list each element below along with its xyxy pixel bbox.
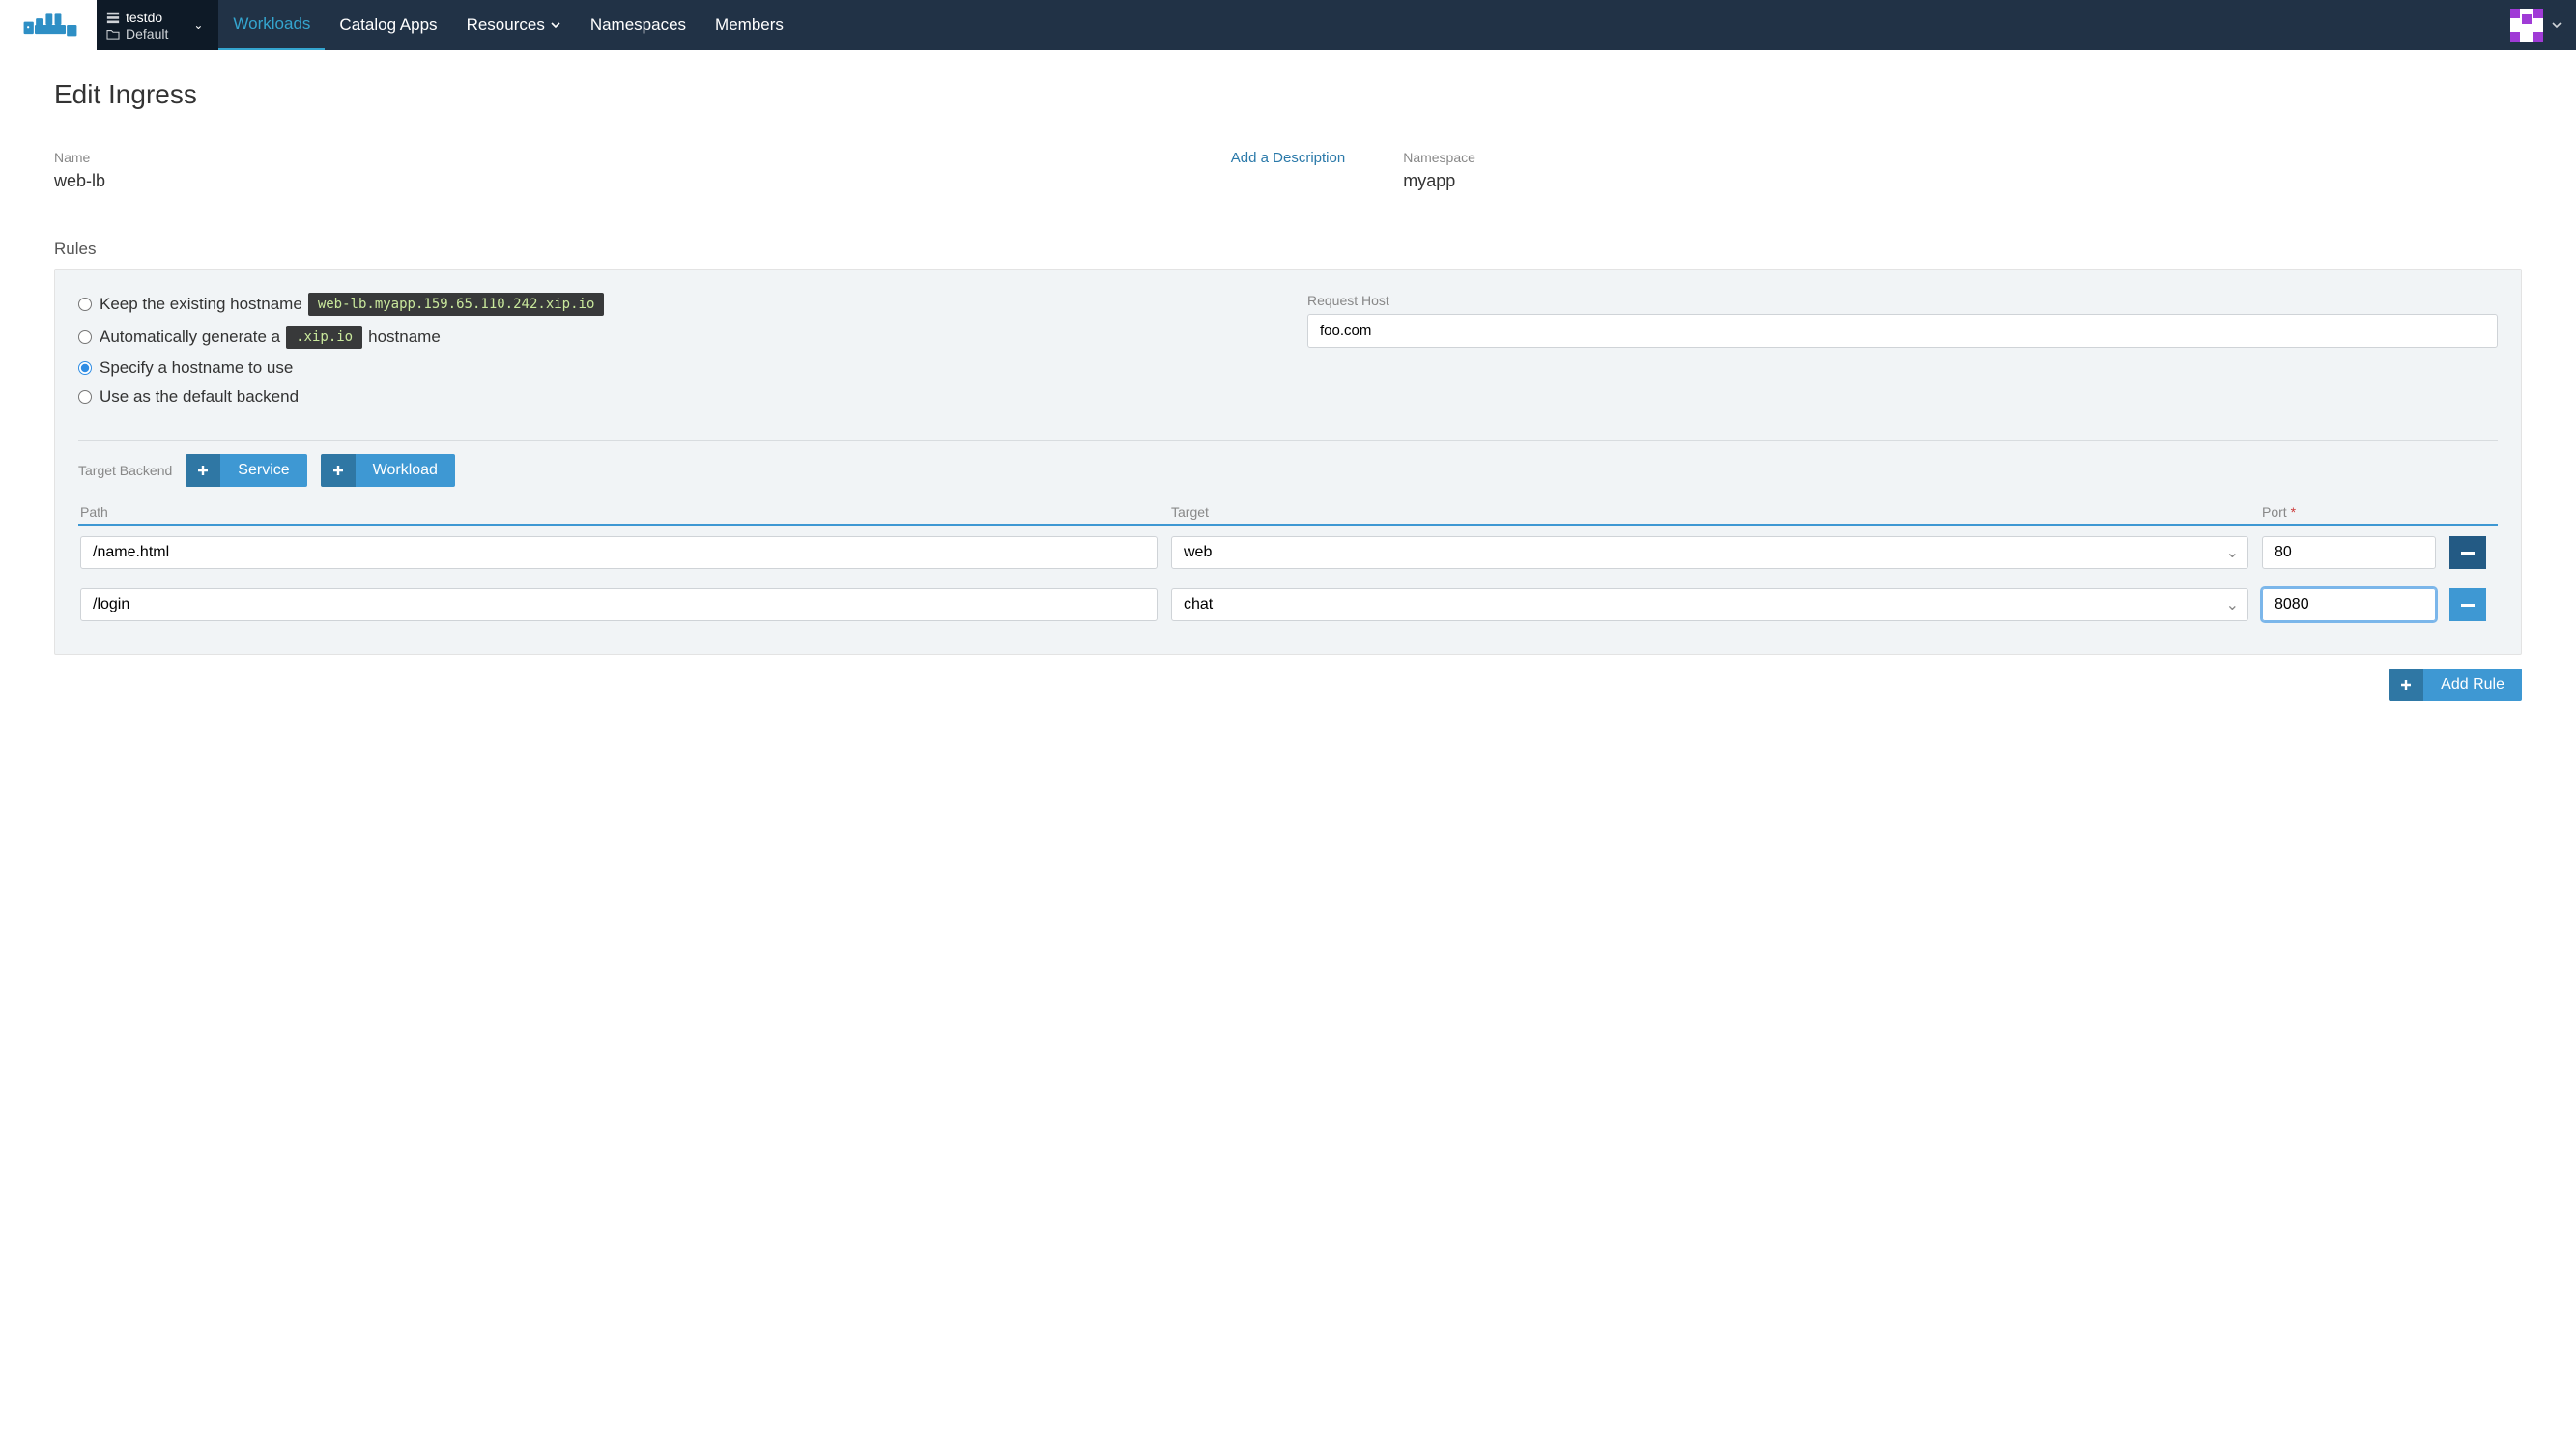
remove-rule-button[interactable] (2449, 588, 2486, 621)
target-backend-label: Target Backend (78, 463, 172, 478)
hostname-code-chip: web-lb.myapp.159.65.110.242.xip.io (308, 293, 605, 316)
rule-table: Path Target Port * ⌄ ⌄ (78, 504, 2498, 631)
chevron-down-icon (2551, 19, 2562, 31)
add-service-button[interactable]: Service (186, 454, 306, 487)
port-input[interactable] (2262, 588, 2436, 621)
nav-catalog-apps[interactable]: Catalog Apps (325, 0, 451, 50)
nav-workloads[interactable]: Workloads (218, 0, 325, 50)
target-backend-row: Target Backend Service Workload (78, 454, 2498, 487)
plus-icon (2400, 679, 2412, 691)
rules-box: Keep the existing hostname web-lb.myapp.… (54, 269, 2522, 655)
namespace-col: Namespace myapp (1403, 150, 2522, 191)
radio-keep-hostname[interactable]: Keep the existing hostname web-lb.myapp.… (78, 293, 1269, 316)
nav-members[interactable]: Members (701, 0, 798, 50)
rule-table-head: Path Target Port * (78, 504, 2498, 526)
minus-icon (2461, 604, 2475, 607)
hostname-mode-group: Keep the existing hostname web-lb.myapp.… (78, 293, 1269, 416)
meta-row: Name web-lb Add a Description Namespace … (54, 150, 2522, 191)
namespace-label: Namespace (1403, 150, 2522, 165)
radio-specify-hostname[interactable]: Specify a hostname to use (78, 358, 1269, 378)
project-selector[interactable]: testdo Default ⌄ (97, 0, 218, 50)
request-host-input[interactable] (1307, 314, 2498, 348)
namespace-scope: Default (126, 26, 168, 42)
folder-icon (106, 28, 120, 40)
rule-row: ⌄ (78, 579, 2498, 631)
name-value: web-lb (54, 171, 1173, 191)
page-content: Edit Ingress Name web-lb Add a Descripti… (0, 50, 2576, 730)
name-label: Name (54, 150, 1173, 165)
logo-box (0, 0, 97, 50)
user-menu[interactable] (2497, 0, 2576, 50)
add-rule-button[interactable]: Add Rule (2389, 669, 2522, 701)
target-select[interactable]: ⌄ (1171, 536, 2248, 569)
request-host-label: Request Host (1307, 293, 2498, 308)
nav-resources[interactable]: Resources (452, 0, 576, 50)
top-nav: testdo Default ⌄ Workloads Catalog Apps … (0, 0, 2576, 50)
plus-icon (332, 465, 344, 476)
rule-row: ⌄ (78, 526, 2498, 579)
head-target: Target (1171, 504, 2248, 520)
nav-items: Workloads Catalog Apps Resources Namespa… (218, 0, 797, 50)
head-path: Path (80, 504, 1158, 520)
desc-col: Add a Description (1231, 150, 1345, 167)
radio-keep-input[interactable] (78, 298, 92, 311)
head-port: Port * (2262, 504, 2436, 520)
rules-section-title: Rules (54, 240, 2522, 259)
chevron-down-icon (550, 19, 561, 31)
nav-namespaces[interactable]: Namespaces (576, 0, 701, 50)
xipio-code-chip: .xip.io (286, 326, 362, 349)
minus-icon (2461, 552, 2475, 555)
namespace-value: myapp (1403, 171, 2522, 191)
target-select[interactable]: ⌄ (1171, 588, 2248, 621)
stack-icon (106, 11, 120, 24)
name-col: Name web-lb (54, 150, 1173, 191)
radio-specify-input[interactable] (78, 361, 92, 375)
rancher-logo-icon (21, 10, 79, 41)
project-name: testdo (126, 10, 162, 25)
plus-icon (197, 465, 209, 476)
add-workload-button[interactable]: Workload (321, 454, 455, 487)
request-host-field: Request Host (1307, 293, 2498, 416)
radio-auto-input[interactable] (78, 330, 92, 344)
divider (78, 440, 2498, 441)
avatar-icon (2510, 9, 2543, 42)
remove-rule-button[interactable] (2449, 536, 2486, 569)
add-description-link[interactable]: Add a Description (1231, 150, 1345, 166)
radio-default-backend[interactable]: Use as the default backend (78, 387, 1269, 407)
radio-default-input[interactable] (78, 390, 92, 404)
chevron-down-icon: ⌄ (193, 18, 203, 32)
path-input[interactable] (80, 536, 1158, 569)
radio-auto-hostname[interactable]: Automatically generate a .xip.io hostnam… (78, 326, 1269, 349)
path-input[interactable] (80, 588, 1158, 621)
page-title: Edit Ingress (54, 79, 2522, 110)
port-input[interactable] (2262, 536, 2436, 569)
